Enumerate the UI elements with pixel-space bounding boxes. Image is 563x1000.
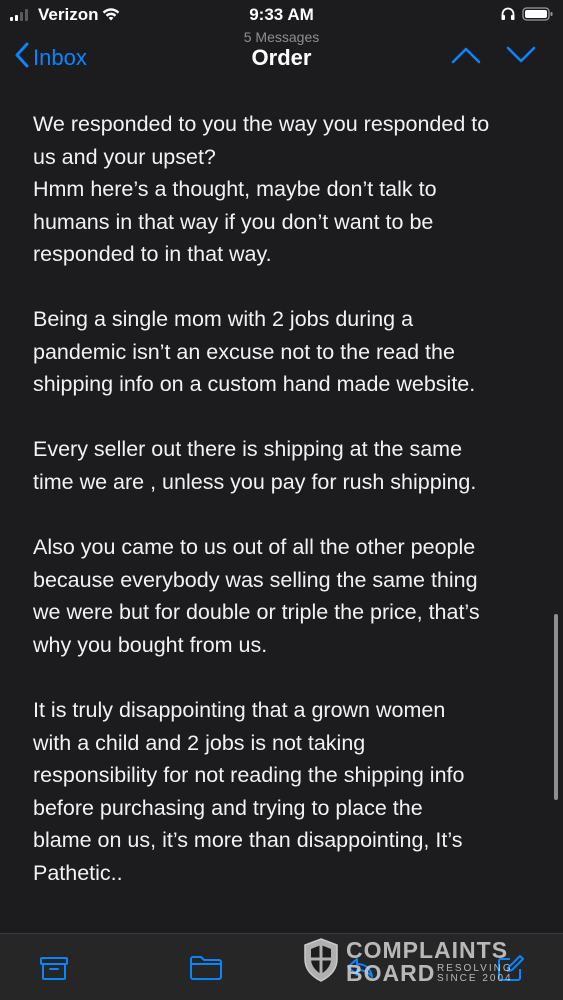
text-line: shipping info on a custom hand made webs… <box>33 372 476 396</box>
text-line: before purchasing and trying to place th… <box>33 795 423 820</box>
previous-message-button[interactable] <box>451 46 481 69</box>
chevron-down-icon <box>506 46 536 63</box>
text-line: because everybody was selling the same t… <box>33 567 478 592</box>
text-line: We responded to you the way you responde… <box>33 112 490 136</box>
text-line: responsibility for not reading the shipp… <box>33 763 465 787</box>
next-message-button[interactable] <box>506 46 536 69</box>
text-line: It is truly disappointing that a grown w… <box>33 698 446 722</box>
headphones-icon <box>500 6 516 27</box>
archive-button[interactable] <box>39 954 69 987</box>
move-to-folder-button[interactable] <box>189 954 223 987</box>
message-body[interactable]: We responded to you the way you responde… <box>0 88 563 933</box>
text-line: humans in that way if you don’t want to … <box>33 209 434 234</box>
text-line: responded to in that way. <box>33 242 272 266</box>
text-line: why you bought from us. <box>33 632 268 657</box>
battery-icon <box>522 6 554 27</box>
bottom-toolbar <box>0 933 563 1000</box>
message-count: 5 Messages <box>243 29 320 45</box>
archive-icon <box>40 957 68 980</box>
navigation-bar: Inbox 5 Messages Order <box>0 28 563 88</box>
text-line: Every seller out there is shipping at th… <box>33 437 463 461</box>
text-line: Pathetic.. <box>33 860 123 885</box>
text-line: pandemic isn’t an excuse not to the read… <box>33 339 455 364</box>
text-line: blame on us, it’s more than disappointin… <box>33 828 463 852</box>
status-bar: Verizon 9:33 AM <box>0 0 563 30</box>
folder-icon <box>190 956 222 980</box>
message-paragraph: It is truly disappointing that a grown w… <box>33 694 538 889</box>
text-line: Hmm here’s a thought, maybe don’t talk t… <box>33 177 437 201</box>
text-line: time we are , unless you pay for rush sh… <box>33 469 477 494</box>
status-time: 9:33 AM <box>249 5 314 24</box>
message-paragraph: Also you came to us out of all the other… <box>33 531 538 661</box>
compose-button[interactable] <box>496 954 526 987</box>
text-line: we were but for double or triple the pri… <box>33 600 480 624</box>
message-paragraph: We responded to you the way you responde… <box>33 108 538 271</box>
reply-icon <box>347 958 373 978</box>
text-line: Also you came to us out of all the other… <box>33 535 476 559</box>
text-line: Being a single mom with 2 jobs during a <box>33 307 414 331</box>
text-line: with a child and 2 jobs is not taking <box>33 730 366 755</box>
reply-button[interactable] <box>345 954 375 987</box>
message-paragraph: Being a single mom with 2 jobs during a … <box>33 303 538 401</box>
message-paragraph: Every seller out there is shipping at th… <box>33 433 538 498</box>
mail-screen: Verizon 9:33 AM Inbox 5 Messages Order W… <box>0 0 563 1000</box>
chevron-up-icon <box>451 47 481 64</box>
scroll-indicator[interactable] <box>554 614 558 800</box>
text-line: us and your upset? <box>33 144 216 169</box>
compose-icon <box>498 955 524 981</box>
